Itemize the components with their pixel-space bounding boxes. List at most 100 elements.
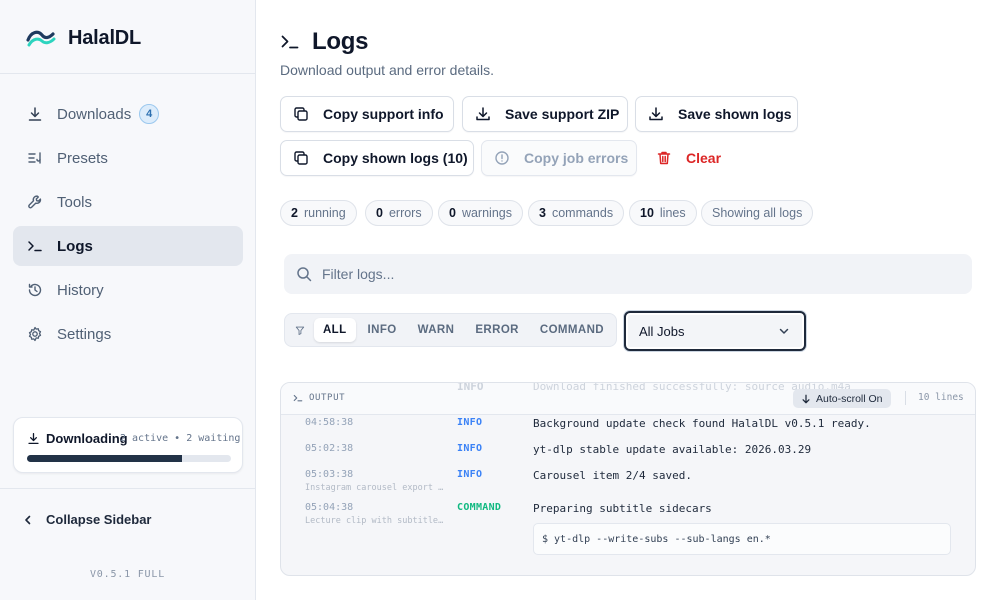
filter-command[interactable]: COMMAND [531, 318, 613, 342]
wrench-icon [28, 195, 42, 209]
clear-logs-label: Clear [686, 150, 722, 166]
auto-scroll-toggle[interactable]: Auto-scroll On [793, 389, 891, 408]
copy-support-info-button[interactable]: Copy support info [280, 96, 454, 132]
log-output-header: INFO Download finished successfully: sou… [281, 383, 975, 415]
save-support-zip-label: Save support ZIP [505, 106, 620, 122]
sidebar-item-settings[interactable]: Settings [13, 314, 243, 354]
page-header: Logs [280, 28, 368, 56]
halaldl-logo-icon [26, 30, 56, 47]
running-count-value: 2 [291, 206, 298, 220]
alert-circle-icon [495, 151, 509, 165]
filter-info[interactable]: INFO [359, 318, 406, 342]
commands-count-chip: 3 commands [528, 200, 625, 226]
download-status-header: Downloading [27, 431, 128, 446]
showing-all-logs-label: Showing all logs [712, 206, 803, 220]
app-version: V0.5.1 FULL [89, 569, 166, 580]
sidebar-nav: Downloads 4 Presets Tools Logs History S… [13, 94, 243, 358]
auto-scroll-label: Auto-scroll On [816, 392, 883, 405]
divider [905, 391, 906, 405]
chevron-down-icon [779, 328, 789, 334]
errors-count-label: errors [388, 206, 422, 220]
save-support-zip-button[interactable]: Save support ZIP [462, 96, 628, 132]
commands-count-label: commands [551, 206, 614, 220]
chevron-left-icon [25, 515, 31, 524]
sidebar-item-presets[interactable]: Presets [13, 138, 243, 178]
warnings-count-value: 0 [449, 206, 456, 220]
log-source: Lecture clip with subtitle ... [305, 516, 447, 526]
log-message: Background update check found HalalDL v0… [533, 417, 871, 430]
terminal-icon [281, 35, 299, 49]
divider [0, 73, 255, 74]
filter-error[interactable]: ERROR [466, 318, 528, 342]
copy-shown-logs-label: Copy shown logs (10) [323, 150, 468, 166]
brand[interactable]: HalalDL [26, 26, 141, 50]
log-time: 05:04:38 [305, 502, 354, 513]
output-label: OUTPUT [293, 393, 345, 403]
download-status-stats: 2 active • 2 waiting [120, 433, 241, 444]
job-select[interactable]: All Jobs [624, 311, 806, 351]
running-count-label: running [303, 206, 346, 220]
sidebar-item-label: History [57, 281, 104, 299]
save-shown-logs-label: Save shown logs [678, 106, 792, 122]
download-status-title: Downloading [46, 431, 128, 446]
download-status-card[interactable]: Downloading 2 active • 2 waiting [13, 417, 243, 473]
errors-count-chip: 0 errors [365, 200, 433, 226]
history-icon [28, 283, 42, 297]
lines-count-value: 10 [640, 206, 654, 220]
errors-count-value: 0 [376, 206, 383, 220]
terminal-icon [293, 394, 303, 402]
log-message: yt-dlp stable update available: 2026.03.… [533, 443, 812, 456]
copy-icon [294, 107, 308, 121]
gear-icon [28, 326, 42, 342]
sidebar-item-label: Logs [57, 237, 93, 255]
collapse-sidebar-button[interactable]: Collapse Sidebar [22, 512, 151, 527]
app-name: HalalDL [68, 26, 142, 49]
copy-shown-logs-button[interactable]: Copy shown logs (10) [280, 140, 474, 176]
log-source: Instagram carousel export f... [305, 483, 447, 493]
save-shown-logs-button[interactable]: Save shown logs [635, 96, 798, 132]
sidebar-item-downloads[interactable]: Downloads 4 [13, 94, 243, 134]
warnings-count-label: warnings [461, 206, 512, 220]
running-count-chip: 2 running [280, 200, 357, 226]
sidebar-item-logs[interactable]: Logs [13, 226, 243, 266]
copy-job-errors-button[interactable]: Copy job errors [481, 140, 637, 176]
filter-icon [295, 326, 305, 335]
sidebar-item-history[interactable]: History [13, 270, 243, 310]
download-icon [28, 432, 39, 445]
download-icon [28, 107, 42, 121]
filter-all[interactable]: ALL [313, 318, 356, 342]
log-output-panel[interactable]: INFO Download finished successfully: sou… [280, 382, 976, 576]
download-progress-bar [27, 455, 231, 462]
log-level: COMMAND [457, 502, 502, 513]
downloads-count-badge: 4 [139, 104, 160, 124]
page-title: Logs [312, 28, 369, 55]
trash-icon [657, 151, 671, 165]
collapse-sidebar-label: Collapse Sidebar [46, 512, 152, 527]
log-level: INFO [457, 443, 483, 454]
sidebar-item-tools[interactable]: Tools [13, 182, 243, 222]
log-level: INFO [457, 469, 483, 480]
divider [0, 488, 255, 489]
log-search-box[interactable] [284, 254, 972, 294]
download-progress-fill [27, 455, 183, 462]
log-message: Preparing subtitle sidecars [533, 502, 712, 515]
terminal-icon [28, 241, 42, 252]
level-filter-bar: ALL INFO WARN ERROR COMMAND [284, 313, 617, 347]
lines-count-chip: 10 lines [629, 200, 697, 226]
sidebar: HalalDL Downloads 4 Presets Tools Logs H… [0, 0, 256, 600]
log-time: 05:03:38 [305, 469, 354, 480]
search-input[interactable] [322, 266, 922, 282]
warnings-count-chip: 0 warnings [438, 200, 523, 226]
clear-logs-button[interactable]: Clear [644, 140, 726, 176]
presets-icon [28, 152, 41, 164]
search-icon [297, 267, 312, 282]
download-icon [476, 107, 490, 121]
log-time: 05:02:38 [305, 443, 354, 454]
output-line-count: 10 lines [918, 392, 964, 403]
sidebar-item-label: Downloads [57, 105, 132, 123]
filter-warn[interactable]: WARN [409, 318, 464, 342]
copy-icon [294, 151, 308, 165]
main-content: Logs Download output and error details. … [256, 0, 1000, 600]
command-line-box[interactable]: $ yt-dlp --write-subs --sub-langs en.* [533, 523, 951, 555]
log-time: 04:58:38 [305, 417, 354, 428]
